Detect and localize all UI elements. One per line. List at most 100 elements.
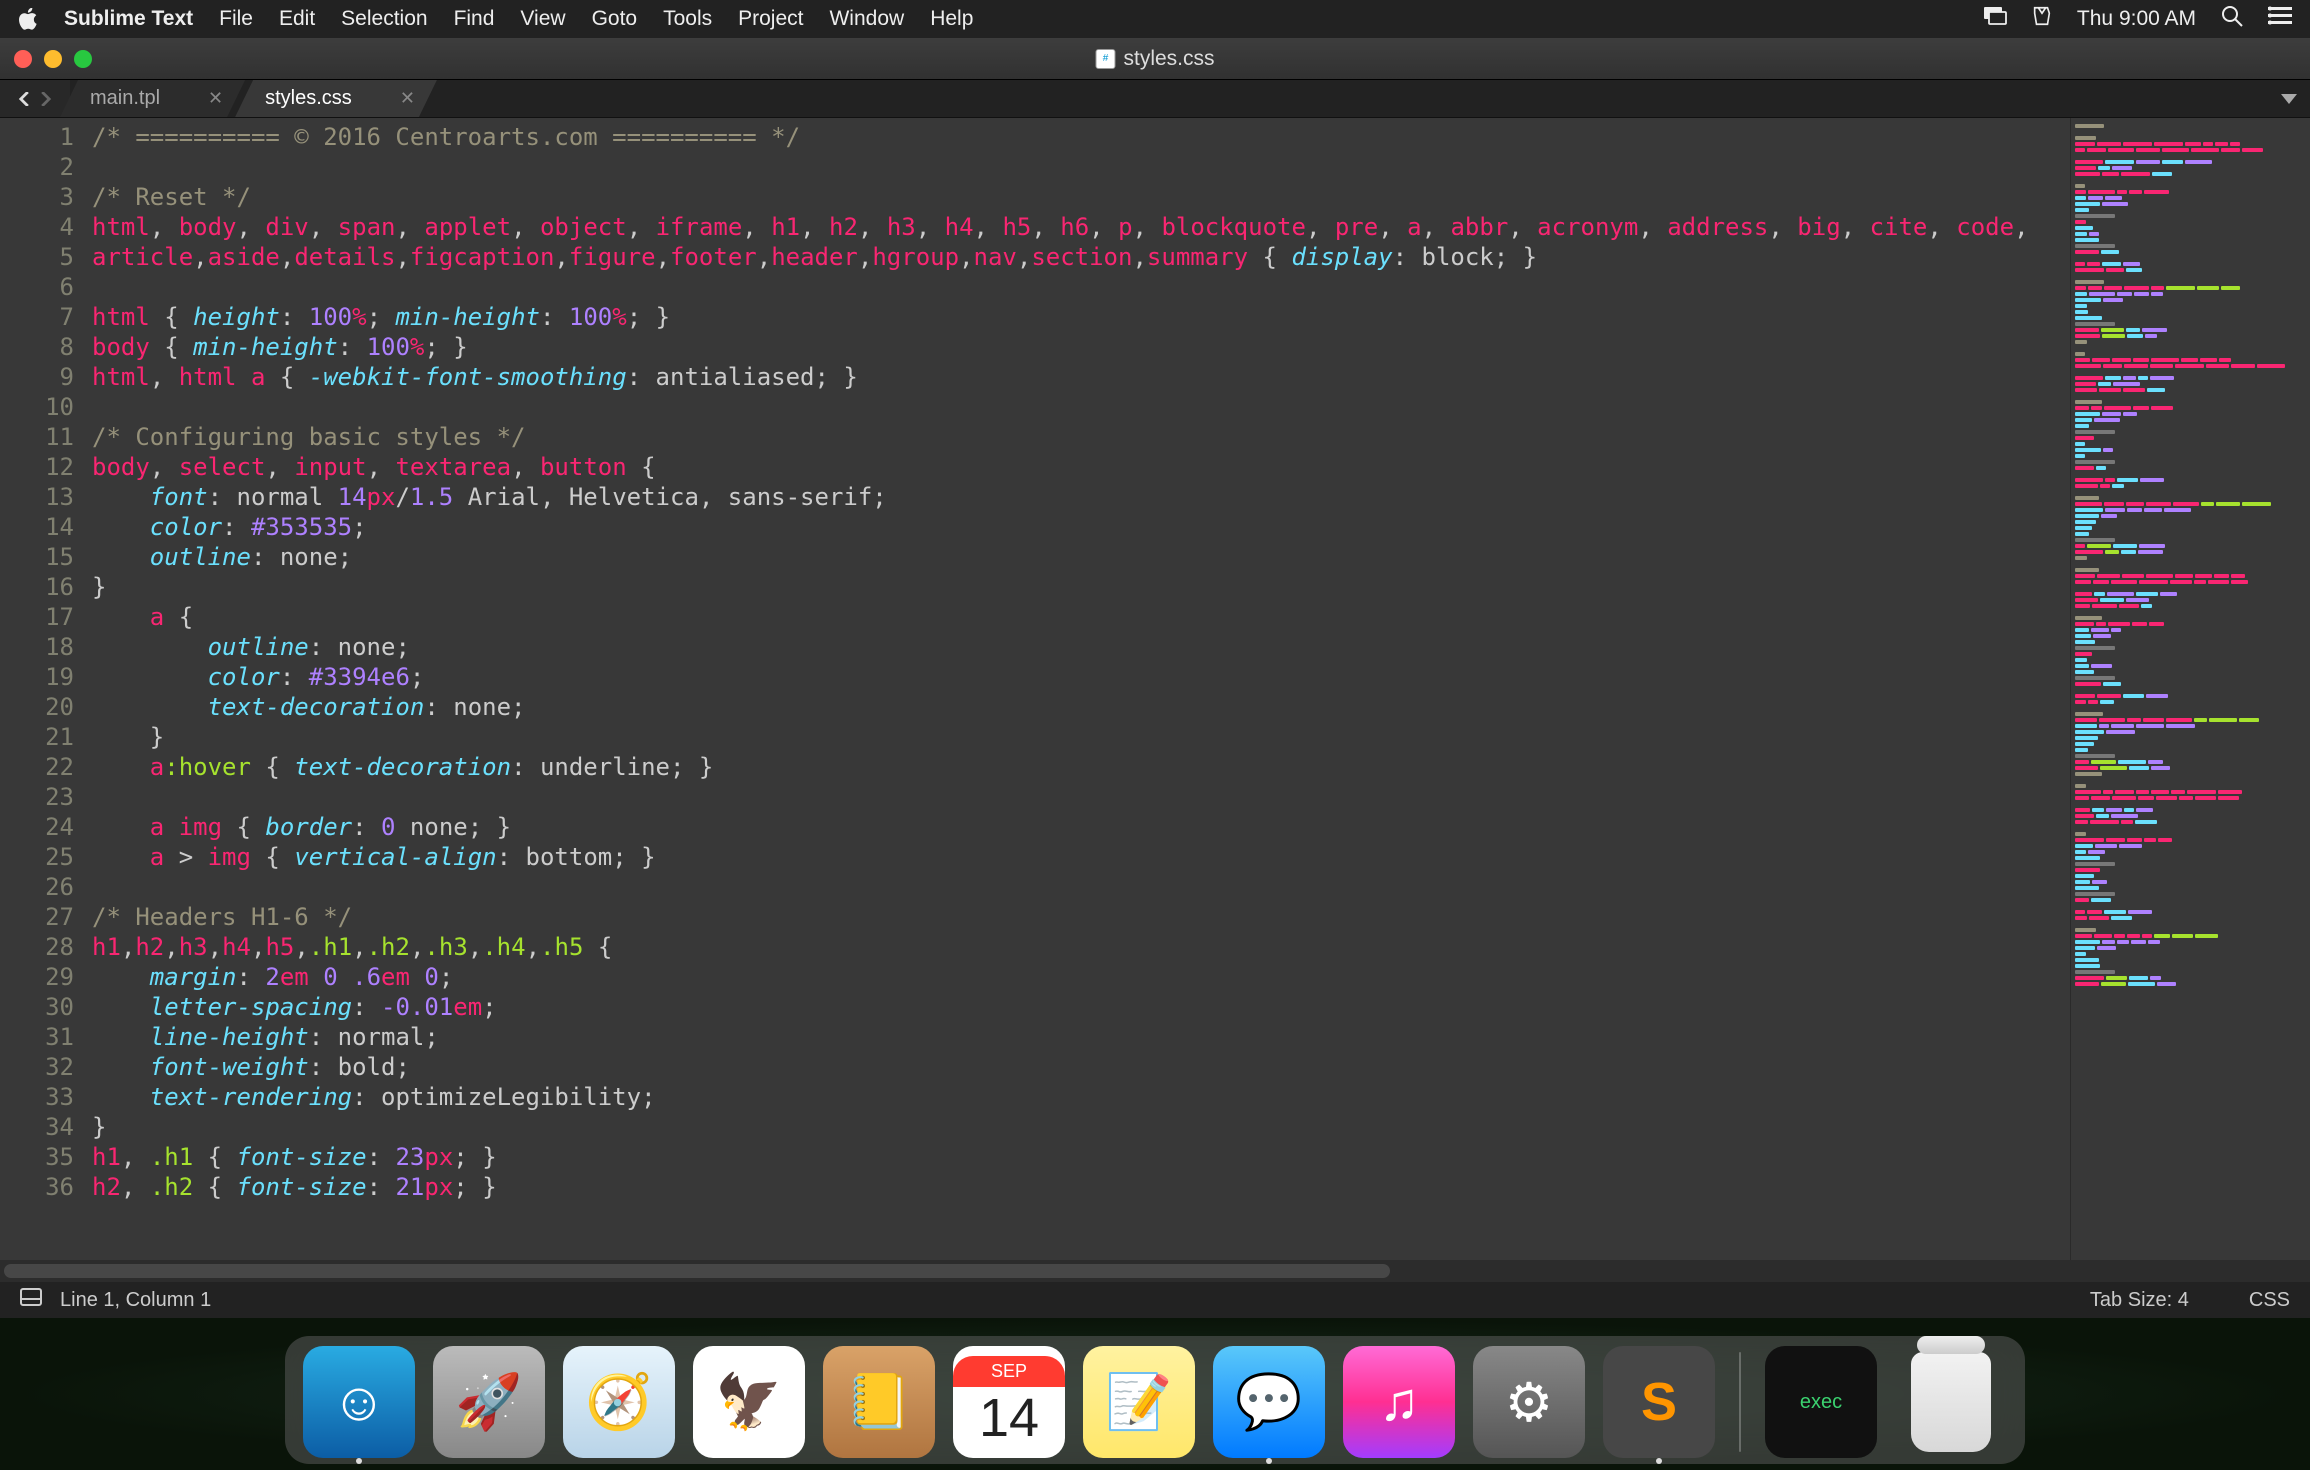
script-menu-icon[interactable] xyxy=(2031,5,2053,33)
line-number[interactable]: 10 xyxy=(0,392,74,422)
notification-center-icon[interactable] xyxy=(2268,6,2292,32)
line-number[interactable]: 27 xyxy=(0,902,74,932)
line-number[interactable]: 15 xyxy=(0,542,74,572)
line-number[interactable]: 28 xyxy=(0,932,74,962)
code-line[interactable]: font-weight: bold; xyxy=(92,1052,2070,1082)
syntax-selector[interactable]: CSS xyxy=(2249,1289,2290,1312)
line-number[interactable]: 23 xyxy=(0,782,74,812)
code-line[interactable]: h2, .h2 { font-size: 21px; } xyxy=(92,1172,2070,1202)
code-line[interactable]: html, body, div, span, applet, object, i… xyxy=(92,212,2070,242)
horizontal-scrollbar[interactable] xyxy=(0,1260,2310,1282)
minimize-window-button[interactable] xyxy=(44,50,62,68)
line-number[interactable]: 13 xyxy=(0,482,74,512)
menu-view[interactable]: View xyxy=(520,7,565,31)
line-number[interactable]: 9 xyxy=(0,362,74,392)
spotlight-search-icon[interactable] xyxy=(2220,4,2244,34)
tab-main-tpl[interactable]: main.tpl ✕ xyxy=(60,80,245,117)
dock-app-terminal[interactable]: exec xyxy=(1765,1346,1877,1458)
line-number[interactable]: 22 xyxy=(0,752,74,782)
menu-goto[interactable]: Goto xyxy=(592,7,638,31)
code-editor[interactable]: /* ========== © 2016 Centroarts.com ====… xyxy=(92,118,2070,1260)
app-name[interactable]: Sublime Text xyxy=(64,7,193,31)
line-number[interactable]: 19 xyxy=(0,662,74,692)
code-line[interactable]: color: #353535; xyxy=(92,512,2070,542)
code-line[interactable] xyxy=(92,152,2070,182)
cursor-position[interactable]: Line 1, Column 1 xyxy=(60,1289,211,1312)
minimap[interactable] xyxy=(2070,118,2310,1260)
code-line[interactable]: h1,h2,h3,h4,h5,.h1,.h2,.h3,.h4,.h5 { xyxy=(92,932,2070,962)
code-line[interactable] xyxy=(92,872,2070,902)
dock-app-contacts[interactable]: 📒 xyxy=(823,1346,935,1458)
code-line[interactable]: html, html a { -webkit-font-smoothing: a… xyxy=(92,362,2070,392)
tab-styles-css[interactable]: styles.css ✕ xyxy=(235,80,437,117)
console-toggle-icon[interactable] xyxy=(20,1288,42,1312)
line-number[interactable]: 5 xyxy=(0,242,74,272)
line-number[interactable]: 2 xyxy=(0,152,74,182)
line-number[interactable]: 6 xyxy=(0,272,74,302)
code-line[interactable]: } xyxy=(92,572,2070,602)
code-line[interactable]: font: normal 14px/1.5 Arial, Helvetica, … xyxy=(92,482,2070,512)
code-line[interactable]: a { xyxy=(92,602,2070,632)
line-number[interactable]: 36 xyxy=(0,1172,74,1202)
line-number[interactable]: 11 xyxy=(0,422,74,452)
nav-back-icon[interactable] xyxy=(18,92,32,106)
line-number[interactable]: 16 xyxy=(0,572,74,602)
line-number[interactable]: 8 xyxy=(0,332,74,362)
code-line[interactable]: a:hover { text-decoration: underline; } xyxy=(92,752,2070,782)
line-number[interactable]: 21 xyxy=(0,722,74,752)
dock-app-calendar[interactable]: SEP14 xyxy=(953,1346,1065,1458)
dock-app-mail[interactable]: 🦅 xyxy=(693,1346,805,1458)
line-number[interactable]: 18 xyxy=(0,632,74,662)
code-line[interactable]: color: #3394e6; xyxy=(92,662,2070,692)
tab-close-icon[interactable]: ✕ xyxy=(400,88,415,109)
line-number[interactable]: 29 xyxy=(0,962,74,992)
dock-app-messages[interactable]: 💬 xyxy=(1213,1346,1325,1458)
line-number[interactable]: 31 xyxy=(0,1022,74,1052)
code-line[interactable]: text-rendering: optimizeLegibility; xyxy=(92,1082,2070,1112)
dock-app-sublime-text[interactable]: S xyxy=(1603,1346,1715,1458)
code-line[interactable] xyxy=(92,392,2070,422)
code-line[interactable]: line-height: normal; xyxy=(92,1022,2070,1052)
line-number[interactable]: 25 xyxy=(0,842,74,872)
code-line[interactable]: article,aside,details,figcaption,figure,… xyxy=(92,242,2070,272)
dock-trash[interactable] xyxy=(1911,1352,1991,1452)
dock-app-safari[interactable]: 🧭 xyxy=(563,1346,675,1458)
line-number[interactable]: 12 xyxy=(0,452,74,482)
dock-app-finder[interactable]: ☺ xyxy=(303,1346,415,1458)
line-number[interactable]: 35 xyxy=(0,1142,74,1172)
dock-app-launchpad[interactable]: 🚀 xyxy=(433,1346,545,1458)
menu-project[interactable]: Project xyxy=(738,7,803,31)
line-number[interactable]: 32 xyxy=(0,1052,74,1082)
line-number[interactable]: 33 xyxy=(0,1082,74,1112)
close-window-button[interactable] xyxy=(14,50,32,68)
code-line[interactable] xyxy=(92,272,2070,302)
window-titlebar[interactable]: # styles.css xyxy=(0,38,2310,80)
code-line[interactable]: a img { border: 0 none; } xyxy=(92,812,2070,842)
menu-selection[interactable]: Selection xyxy=(341,7,427,31)
code-line[interactable]: margin: 2em 0 .6em 0; xyxy=(92,962,2070,992)
line-number-gutter[interactable]: 1234567891011121314151617181920212223242… xyxy=(0,118,92,1260)
tab-close-icon[interactable]: ✕ xyxy=(208,88,223,109)
nav-forward-icon[interactable] xyxy=(38,92,52,106)
code-line[interactable]: /* Headers H1-6 */ xyxy=(92,902,2070,932)
display-mirror-icon[interactable] xyxy=(1983,6,2007,32)
window-traffic-lights[interactable] xyxy=(14,50,92,68)
line-number[interactable]: 26 xyxy=(0,872,74,902)
line-number[interactable]: 14 xyxy=(0,512,74,542)
code-line[interactable]: html { height: 100%; min-height: 100%; } xyxy=(92,302,2070,332)
code-line[interactable]: h1, .h1 { font-size: 23px; } xyxy=(92,1142,2070,1172)
code-line[interactable]: /* ========== © 2016 Centroarts.com ====… xyxy=(92,122,2070,152)
line-number[interactable]: 24 xyxy=(0,812,74,842)
line-number[interactable]: 7 xyxy=(0,302,74,332)
code-line[interactable]: outline: none; xyxy=(92,632,2070,662)
code-line[interactable]: body { min-height: 100%; } xyxy=(92,332,2070,362)
dock-app-itunes[interactable]: ♫ xyxy=(1343,1346,1455,1458)
line-number[interactable]: 34 xyxy=(0,1112,74,1142)
line-number[interactable]: 20 xyxy=(0,692,74,722)
line-number[interactable]: 17 xyxy=(0,602,74,632)
code-line[interactable]: } xyxy=(92,1112,2070,1142)
tab-size-selector[interactable]: Tab Size: 4 xyxy=(2090,1289,2189,1312)
menu-find[interactable]: Find xyxy=(454,7,495,31)
code-line[interactable]: /* Configuring basic styles */ xyxy=(92,422,2070,452)
dock-app-notes[interactable]: 📝 xyxy=(1083,1346,1195,1458)
